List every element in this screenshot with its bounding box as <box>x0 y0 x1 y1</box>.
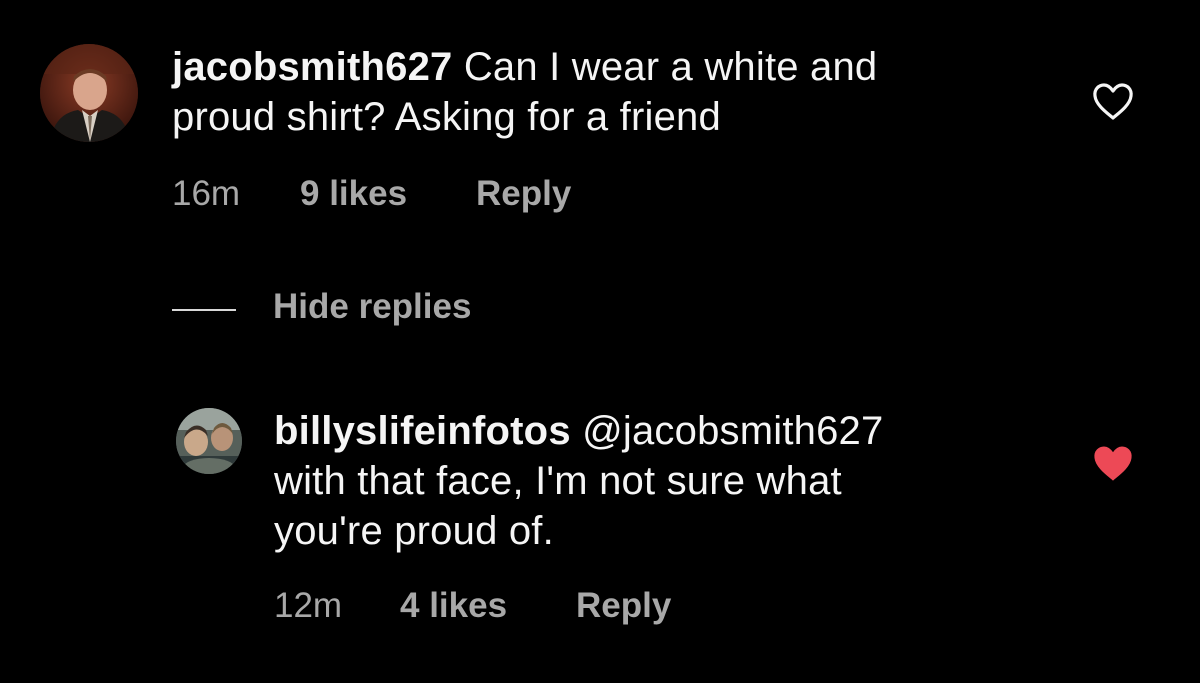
reply-button[interactable]: Reply <box>576 586 671 626</box>
comment-billyslifeinfotos: billyslifeinfotos @jacobsmith627 with th… <box>0 380 1200 640</box>
avatar[interactable] <box>176 408 242 474</box>
likes-count[interactable]: 4 likes <box>400 586 507 626</box>
reply-button[interactable]: Reply <box>476 174 571 214</box>
timestamp[interactable]: 16m <box>172 174 240 214</box>
username[interactable]: billyslifeinfotos <box>274 409 571 453</box>
user-photo-icon <box>40 44 138 142</box>
likes-count[interactable]: 9 likes <box>300 174 407 214</box>
comment-body-line2: with that face, I'm not sure what <box>274 459 842 503</box>
comment-body-line3: you're proud of. <box>274 509 554 553</box>
user-photo-icon <box>176 408 242 474</box>
comment-body-line2: proud shirt? Asking for a friend <box>172 95 721 139</box>
like-button[interactable] <box>1092 82 1134 122</box>
comment-body-line1: Can I wear a white and <box>463 45 878 89</box>
avatar[interactable] <box>40 44 138 142</box>
comment-meta: 12m 4 likes Reply <box>274 586 774 631</box>
heart-outline-icon <box>1093 83 1133 120</box>
heart-filled-icon <box>1094 446 1132 481</box>
mention-link[interactable]: @jacobsmith627 <box>582 409 883 453</box>
comment-meta: 16m 9 likes Reply <box>172 174 672 219</box>
like-button[interactable] <box>1092 444 1134 484</box>
timestamp[interactable]: 12m <box>274 586 342 626</box>
thread-divider-line <box>172 309 236 311</box>
comment-jacobsmith627: jacobsmith627 Can I wear a white and pro… <box>0 0 1200 230</box>
comment-text: jacobsmith627 Can I wear a white and pro… <box>172 42 1032 142</box>
hide-replies-label: Hide replies <box>273 287 472 326</box>
username[interactable]: jacobsmith627 <box>172 45 453 89</box>
comment-text: billyslifeinfotos @jacobsmith627 with th… <box>274 406 1034 556</box>
